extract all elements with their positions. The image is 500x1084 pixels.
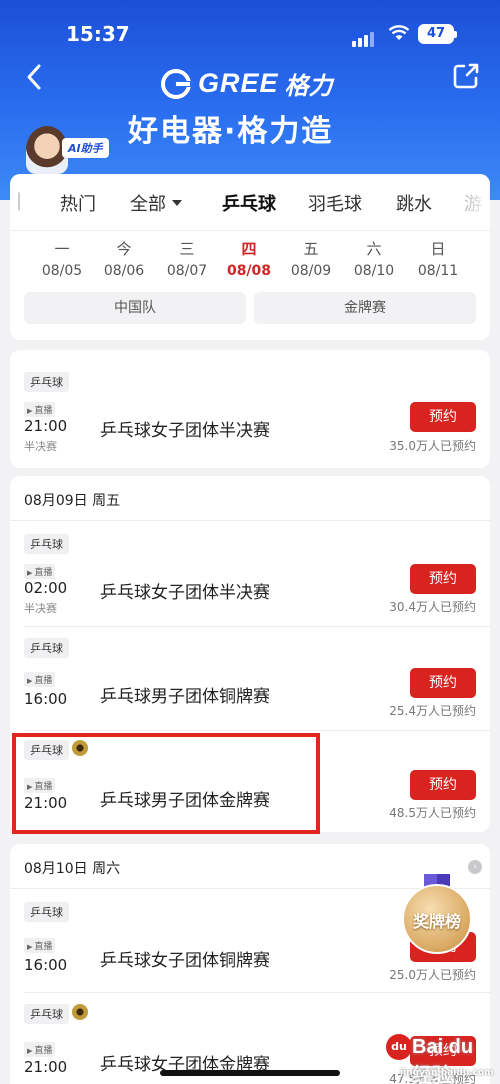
date-header: 08月10日 周六 xyxy=(24,861,121,877)
tab-hot[interactable]: 热门 xyxy=(60,190,96,216)
logo-cn: 格力 xyxy=(284,72,333,100)
reserve-button[interactable]: 预约 xyxy=(410,402,476,432)
status-time: 15:37 xyxy=(66,22,130,46)
reserve-count: 25.0万人已预约 xyxy=(389,968,476,982)
tab-badminton[interactable]: 羽毛球 xyxy=(308,190,362,216)
sport-tag: 乒乓球 xyxy=(24,534,69,554)
weekday: 今 xyxy=(116,240,132,258)
date: 08/07 xyxy=(166,263,208,279)
watermark: du Bai du 经验 jingyan.baidu.com xyxy=(386,1030,494,1084)
tabs-fade xyxy=(460,184,490,220)
weekday: 五 xyxy=(303,240,319,258)
date: 08/08 xyxy=(226,263,272,279)
chevron-right-icon[interactable]: › xyxy=(468,860,482,874)
filter-chip-china-team[interactable]: 中国队 xyxy=(24,292,246,324)
match-title[interactable]: 乒乓球男子团体铜牌赛 xyxy=(100,682,270,707)
reserve-button[interactable]: 预约 xyxy=(410,770,476,800)
reserve-button[interactable]: 预约 xyxy=(410,668,476,698)
sport-tag: 乒乓球 xyxy=(24,902,69,922)
logo-text: GREE xyxy=(198,68,279,98)
ai-assistant-label[interactable]: AI助手 xyxy=(62,138,109,158)
date: 08/09 xyxy=(290,263,332,279)
share-icon[interactable] xyxy=(452,62,480,90)
reserve-count: 25.4万人已预约 xyxy=(389,704,476,718)
medal-board-button[interactable]: 奖牌榜 xyxy=(402,874,472,954)
live-badge: 直播 xyxy=(24,938,56,953)
match-time: 16:00 xyxy=(24,956,68,974)
reserve-count: 30.4万人已预约 xyxy=(389,600,476,614)
tab-table-tennis[interactable]: 乒乓球 xyxy=(222,190,276,216)
match-time: 21:00 xyxy=(24,1058,68,1076)
sport-tag: 乒乓球 xyxy=(24,1004,69,1024)
day-item-selected[interactable]: 四 08/08 xyxy=(219,238,279,279)
weekday: 三 xyxy=(179,240,195,258)
reserve-button[interactable]: 预约 xyxy=(410,564,476,594)
weekday: 日 xyxy=(430,240,446,258)
slogan: 好电器·格力造 xyxy=(128,114,334,149)
battery-indicator: 47 xyxy=(418,24,457,44)
live-badge: 直播 xyxy=(24,564,56,579)
back-arrow-icon[interactable] xyxy=(20,62,50,92)
reserve-count: 48.5万人已预约 xyxy=(389,806,476,820)
reserve-count: 35.0万人已预约 xyxy=(389,439,476,453)
divider xyxy=(10,230,490,231)
sport-tabs: | 热门 全部 乒乓球 羽毛球 跳水 游 xyxy=(10,174,490,228)
day-item[interactable]: 三 08/07 xyxy=(157,238,217,279)
highlight-box xyxy=(12,733,320,834)
signal-icon xyxy=(352,28,376,47)
day-item[interactable]: 日 08/11 xyxy=(408,238,468,279)
filter-chip-gold-medal[interactable]: 金牌赛 xyxy=(254,292,476,324)
schedule-card: 乒乓球 直播 21:00 半决赛 乒乓球女子团体半决赛 预约 35.0万人已预约 xyxy=(10,350,490,468)
match-time: 16:00 xyxy=(24,690,68,708)
match-title[interactable]: 乒乓球女子团体半决赛 xyxy=(100,578,270,603)
divider xyxy=(10,520,490,521)
status-bar: 15:37 47 xyxy=(0,20,500,50)
brand-header: 15:37 47 GREE 格力 好电器·格力造 AI助手 xyxy=(0,0,500,200)
divider xyxy=(24,730,490,731)
live-badge: 直播 xyxy=(24,1042,56,1057)
date: 08/05 xyxy=(41,263,83,279)
date-header: 08月09日 周五 xyxy=(24,493,121,509)
match-stage: 半决赛 xyxy=(24,602,57,615)
baidu-paw-icon: du xyxy=(386,1034,412,1060)
tab-diving[interactable]: 跳水 xyxy=(396,190,432,216)
tab-partial-left[interactable]: | xyxy=(16,190,22,211)
gree-logo: GREE 格力 xyxy=(160,66,333,101)
home-indicator[interactable] xyxy=(160,1070,340,1076)
day-item[interactable]: 五 08/09 xyxy=(281,238,341,279)
match-time: 21:00 xyxy=(24,417,68,435)
tab-all[interactable]: 全部 xyxy=(130,190,182,216)
date: 08/11 xyxy=(417,263,459,279)
date: 08/10 xyxy=(353,263,395,279)
filter-card: | 热门 全部 乒乓球 羽毛球 跳水 游 一 08/05 今 08/06 三 08/0… xyxy=(10,174,490,340)
day-item[interactable]: 今 08/06 xyxy=(94,238,154,279)
watermark-url: jingyan.baidu.com xyxy=(400,1068,494,1078)
match-title[interactable]: 乒乓球女子团体铜牌赛 xyxy=(100,946,270,971)
divider xyxy=(24,626,490,627)
caret-down-icon xyxy=(172,200,182,206)
live-badge: 直播 xyxy=(24,402,56,417)
weekday: 六 xyxy=(366,240,382,258)
date: 08/06 xyxy=(103,263,145,279)
sport-tag: 乒乓球 xyxy=(24,638,69,658)
day-item[interactable]: 六 08/10 xyxy=(344,238,404,279)
match-time: 02:00 xyxy=(24,579,68,597)
divider xyxy=(24,992,490,993)
match-title[interactable]: 乒乓球女子团体半决赛 xyxy=(100,416,270,441)
wifi-icon xyxy=(388,25,410,40)
gold-medal-icon xyxy=(72,1004,88,1020)
gree-logo-icon xyxy=(161,68,194,99)
match-stage: 半决赛 xyxy=(24,440,57,453)
medal-board-label: 奖牌榜 xyxy=(412,912,461,931)
sport-tag: 乒乓球 xyxy=(24,372,69,392)
day-item[interactable]: 一 08/05 xyxy=(32,238,92,279)
weekday: 四 xyxy=(241,240,257,258)
tab-all-label: 全部 xyxy=(130,194,166,215)
live-badge: 直播 xyxy=(24,672,56,687)
weekday: 一 xyxy=(54,240,70,258)
